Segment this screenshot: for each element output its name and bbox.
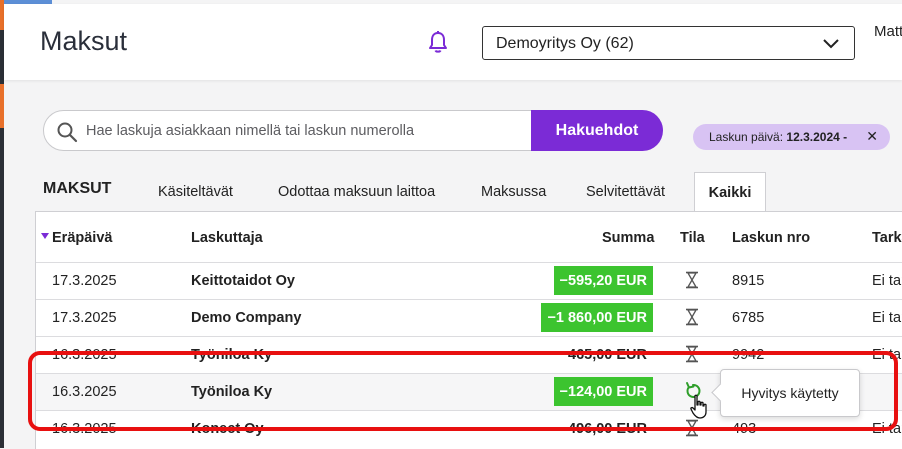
check-status: Ei tar	[872, 273, 902, 289]
hourglass-icon[interactable]	[684, 308, 700, 326]
tab-kaikki[interactable]: Kaikki	[694, 172, 766, 212]
due-date: 17.3.2025	[52, 273, 117, 289]
company-select-value: Demoyritys Oy (62)	[496, 35, 634, 52]
tab-maksussa[interactable]: Maksussa	[481, 184, 546, 200]
search-options-button[interactable]: Hakuehdot	[531, 110, 663, 151]
search-input[interactable]: Hae laskuja asiakkaan nimellä tai laskun…	[43, 110, 543, 151]
column-header-status[interactable]: Tila	[680, 230, 705, 246]
search-icon	[57, 122, 78, 143]
close-icon[interactable]: ✕	[866, 128, 878, 145]
chevron-down-icon	[823, 39, 839, 49]
section-title: MAKSUT	[43, 180, 112, 197]
bell-icon[interactable]	[427, 30, 449, 54]
filter-chip-label: Laskun päivä:	[709, 130, 784, 144]
tab-odottaa-maksuun-laittoa[interactable]: Odottaa maksuun laittoa	[278, 184, 435, 200]
column-header-biller[interactable]: Laskuttaja	[191, 230, 263, 246]
invoice-number: 6785	[732, 310, 765, 326]
user-name[interactable]: Matt	[874, 23, 902, 40]
hand-cursor-icon	[690, 394, 707, 419]
search-bar: Hae laskuja asiakkaan nimellä tai laskun…	[43, 110, 663, 151]
amount-badge: −595,20 EUR	[553, 266, 653, 295]
invoice-number: 8915	[732, 273, 765, 289]
filter-chip-text: Laskun päivä: 12.3.2024 -	[709, 130, 847, 144]
company-select[interactable]: Demoyritys Oy (62)	[482, 26, 855, 60]
filter-chip[interactable]: Laskun päivä: 12.3.2024 - ✕	[693, 124, 890, 150]
page-header: Maksut Demoyritys Oy (62) Matt	[4, 4, 902, 80]
column-header-check[interactable]: Tarka	[872, 230, 902, 246]
biller-name: Demo Company	[191, 310, 302, 326]
hourglass-icon[interactable]	[684, 271, 700, 289]
search-placeholder: Hae laskuja asiakkaan nimellä tai laskun…	[86, 123, 415, 139]
filter-chip-value: 12.3.2024 -	[786, 130, 848, 144]
tab-selvitettavat[interactable]: Selvitettävät	[586, 184, 665, 200]
table-row[interactable]: 17.3.2025 Keittotaidot Oy −595,20 EUR 89…	[36, 263, 902, 299]
page-title: Maksut	[40, 26, 128, 56]
amount-badge: −1 860,00 EUR	[541, 303, 653, 332]
column-header-amount[interactable]: Summa	[602, 230, 654, 246]
biller-name: Keittotaidot Oy	[191, 273, 295, 289]
check-status: Ei tar	[872, 310, 902, 326]
table-row[interactable]: 17.3.2025 Demo Company −1 860,00 EUR 678…	[36, 300, 902, 336]
status-tooltip: Hyvitys käytetty	[720, 369, 860, 417]
column-header-due-date[interactable]: Eräpäivä	[52, 230, 112, 246]
sidebar-accent	[0, 84, 4, 128]
sort-desc-icon[interactable]	[41, 233, 49, 239]
column-header-invoice-number[interactable]: Laskun nro	[732, 230, 810, 246]
due-date: 17.3.2025	[52, 310, 117, 326]
tab-kasiteltavat[interactable]: Käsiteltävät	[158, 184, 233, 200]
